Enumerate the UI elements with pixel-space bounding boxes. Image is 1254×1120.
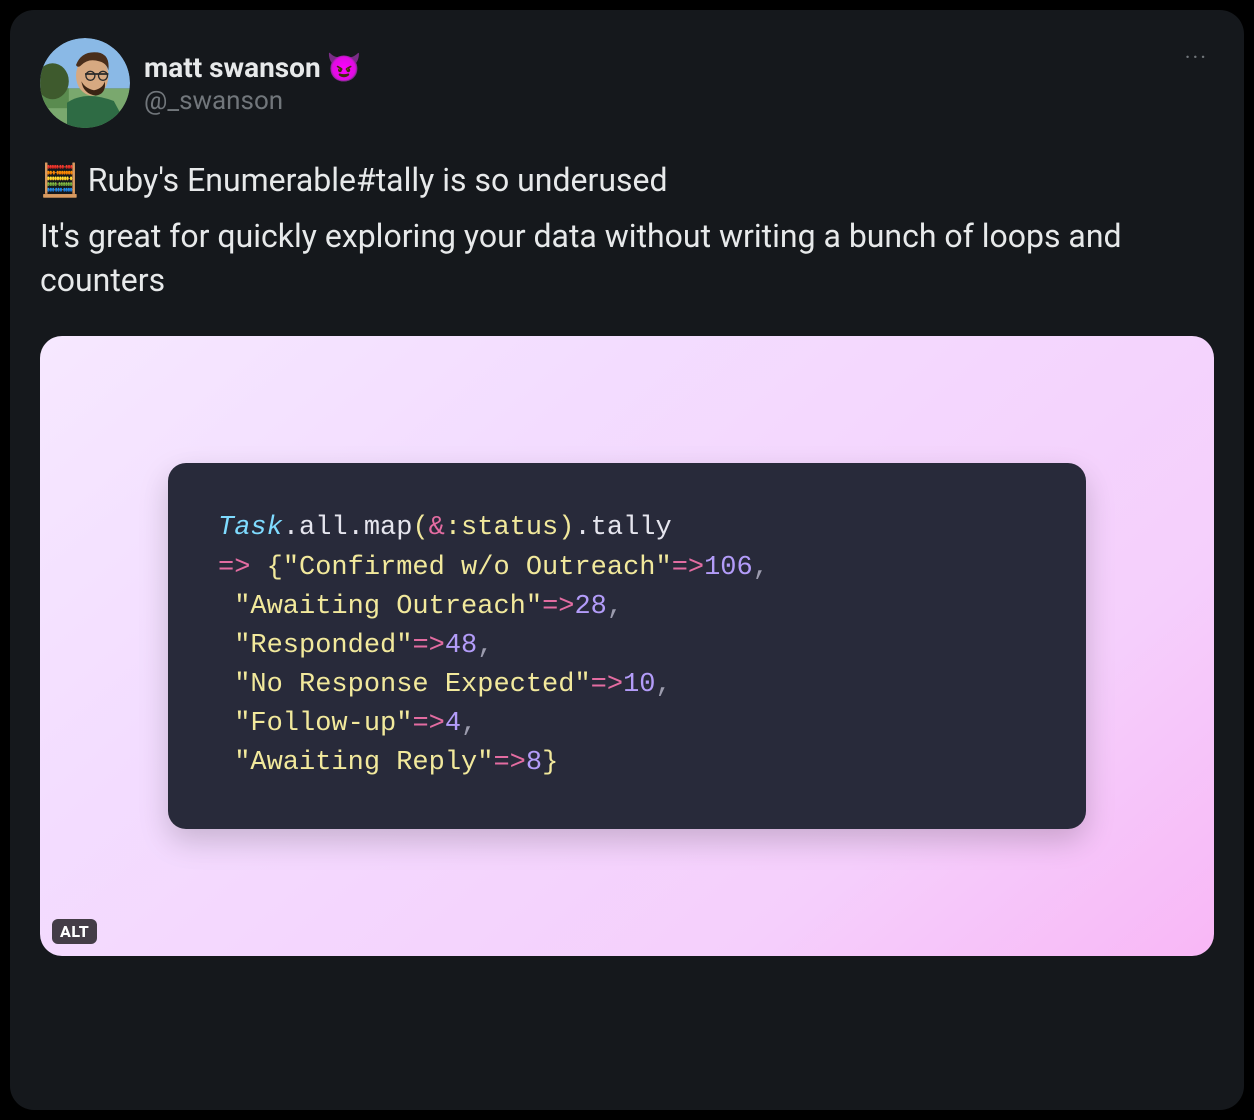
code-comma: , — [655, 670, 671, 700]
code-ampersand: & — [429, 513, 445, 543]
code-hashrocket: => — [412, 709, 444, 739]
code-method-chain-2: .tally — [574, 513, 671, 543]
code-key: "Responded" — [234, 631, 412, 661]
code-val: 8 — [526, 748, 542, 778]
code-comma: , — [461, 709, 477, 739]
devil-emoji-icon: 😈 — [327, 51, 362, 84]
avatar[interactable] — [40, 38, 130, 128]
code-result-arrow: => — [218, 553, 250, 583]
tweet-text: 🧮 Ruby's Enumerable#tally is so underuse… — [40, 158, 1214, 302]
code-hashrocket: => — [412, 631, 444, 661]
code-key: "Follow-up" — [234, 709, 412, 739]
code-comma: , — [607, 592, 623, 622]
code-snippet: Task.all.map(&:status).tally => {"Confir… — [168, 463, 1086, 829]
code-key: "No Response Expected" — [234, 670, 590, 700]
user-block: matt swanson 😈 @_swanson — [144, 51, 362, 116]
tweet-line-1: Ruby's Enumerable#tally is so underused — [80, 161, 668, 199]
user-handle[interactable]: @_swanson — [144, 86, 362, 116]
code-val: 10 — [623, 670, 655, 700]
tweet-card: ··· — [10, 10, 1244, 1110]
tweet-header: matt swanson 😈 @_swanson — [40, 38, 1214, 128]
code-hashrocket: => — [591, 670, 623, 700]
code-open-brace: { — [267, 553, 283, 583]
tweet-line-2: It's great for quickly exploring your da… — [40, 217, 1122, 299]
code-val: 4 — [445, 709, 461, 739]
code-key: "Awaiting Reply" — [234, 748, 493, 778]
code-val: 48 — [445, 631, 477, 661]
abacus-emoji-icon: 🧮 — [40, 161, 80, 199]
code-comma: , — [477, 631, 493, 661]
code-symbol: :status — [445, 513, 558, 543]
code-key: "Awaiting Outreach" — [234, 592, 542, 622]
code-hashrocket: => — [542, 592, 574, 622]
code-method-chain-1: .all.map — [283, 513, 413, 543]
code-hashrocket: => — [672, 553, 704, 583]
code-open-paren: ( — [412, 513, 428, 543]
tweet-media[interactable]: Task.all.map(&:status).tally => {"Confir… — [40, 336, 1214, 956]
code-key: "Confirmed w/o Outreach" — [283, 553, 672, 583]
code-val: 106 — [704, 553, 753, 583]
code-close-brace: } — [542, 748, 558, 778]
code-comma: , — [753, 553, 769, 583]
code-val: 28 — [574, 592, 606, 622]
code-close-paren: ) — [558, 513, 574, 543]
more-options-button[interactable]: ··· — [1185, 46, 1208, 71]
display-name[interactable]: matt swanson 😈 — [144, 51, 362, 84]
code-class: Task — [218, 513, 283, 543]
code-hashrocket: => — [493, 748, 525, 778]
alt-badge[interactable]: ALT — [52, 919, 97, 944]
display-name-text: matt swanson — [144, 51, 321, 84]
